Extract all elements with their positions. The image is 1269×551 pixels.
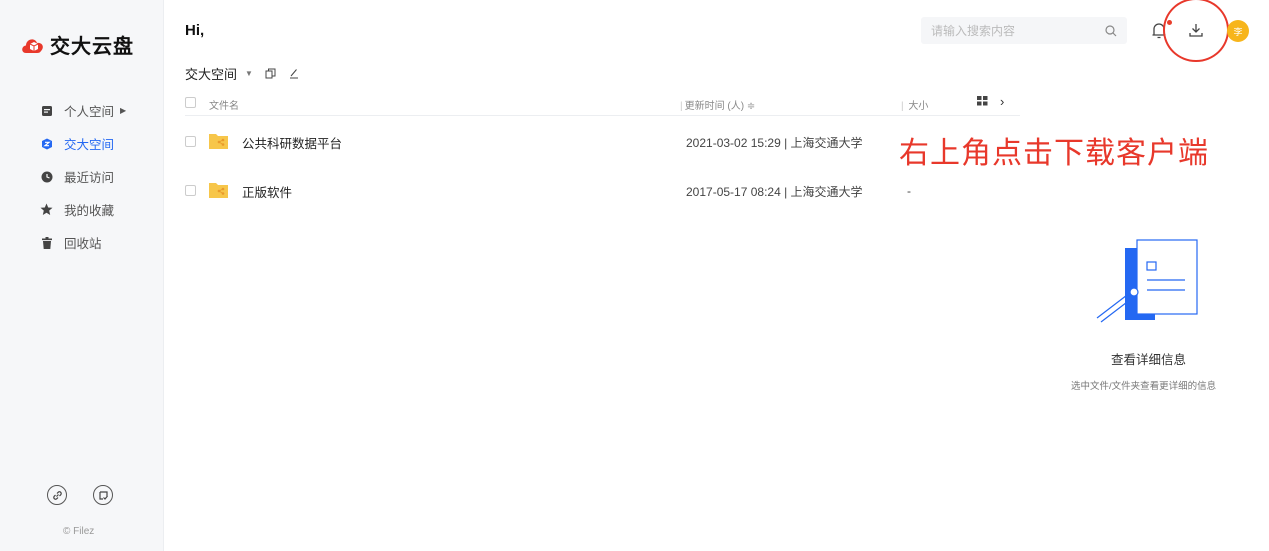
sidebar: 交大云盘 个人空间 ▶ 交大空间 最近访问 我的收藏 回收站 © Filez <box>0 0 164 551</box>
shared-folder-icon <box>209 134 228 149</box>
table-row[interactable]: 正版软件 2017-05-17 08:24 | 上海交通大学 - <box>185 166 911 216</box>
table-header: 文件名 | 更新时间 (人) ≑ | 大小 › <box>185 92 1020 116</box>
column-header-name[interactable]: 文件名 <box>209 97 239 112</box>
chevron-down-icon[interactable]: ▼ <box>245 69 253 78</box>
sort-icon: ≑ <box>746 101 756 112</box>
table-row[interactable]: 公共科研数据平台 2021-03-02 15:29 | 上海交通大学 <box>185 117 900 167</box>
sidebar-item-label: 最近访问 <box>64 171 115 185</box>
notification-dot <box>1167 20 1172 25</box>
file-meta: 2021-03-02 15:29 | 上海交通大学 <box>686 135 863 150</box>
edit-icon[interactable] <box>288 68 299 79</box>
task-icon[interactable] <box>93 485 113 505</box>
document-icon <box>40 104 53 117</box>
file-name[interactable]: 正版软件 <box>242 182 292 201</box>
star-icon <box>40 203 53 216</box>
breadcrumb: 交大空间 ▼ <box>185 64 299 83</box>
app-logo[interactable]: 交大云盘 <box>20 30 134 59</box>
search-input[interactable] <box>931 23 1091 38</box>
chevron-right-icon[interactable]: › <box>1000 94 1004 109</box>
sidebar-nav: 个人空间 ▶ 交大空间 最近访问 我的收藏 回收站 <box>0 94 164 259</box>
download-icon <box>1189 24 1203 37</box>
shared-folder-icon <box>209 183 228 198</box>
annotation-text: 右上角点击下载客户端 <box>899 136 1209 171</box>
file-name[interactable]: 公共科研数据平台 <box>242 133 342 152</box>
sidebar-item-personal-space[interactable]: 个人空间 ▶ <box>0 94 164 127</box>
sidebar-item-favorites[interactable]: 我的收藏 <box>0 193 164 226</box>
greeting: Hi, <box>185 22 205 39</box>
copyright: © Filez <box>63 526 95 537</box>
copy-icon[interactable] <box>265 68 276 79</box>
file-size: - <box>907 184 911 198</box>
sidebar-footer <box>47 485 113 505</box>
sidebar-item-label: 个人空间 <box>64 105 115 119</box>
sidebar-item-label: 我的收藏 <box>64 204 115 218</box>
shield-icon <box>40 137 53 150</box>
sidebar-item-label: 交大空间 <box>64 138 115 152</box>
row-checkbox[interactable] <box>185 185 196 196</box>
sidebar-item-sjtu-space[interactable]: 交大空间 <box>0 127 164 160</box>
detail-subtitle: 选中文件/文件夹查看更详细的信息 <box>1071 381 1217 392</box>
detail-title: 查看详细信息 <box>1111 353 1187 367</box>
app-name: 交大云盘 <box>50 34 134 58</box>
sidebar-item-trash[interactable]: 回收站 <box>0 226 164 259</box>
link-icon[interactable] <box>47 485 67 505</box>
caret-right-icon: ▶ <box>120 106 127 115</box>
file-meta: 2017-05-17 08:24 | 上海交通大学 <box>686 184 863 199</box>
column-header-time[interactable]: | 更新时间 (人) ≑ <box>680 97 755 112</box>
cloud-logo-icon <box>22 38 43 53</box>
column-header-size[interactable]: | 大小 <box>901 97 928 112</box>
search-box <box>921 17 1127 44</box>
avatar[interactable]: 李 <box>1227 20 1249 42</box>
select-all-checkbox[interactable] <box>185 97 196 108</box>
document-illustration-icon <box>1096 239 1198 323</box>
row-checkbox[interactable] <box>185 136 196 147</box>
trash-icon <box>40 236 53 249</box>
main-content: Hi, 李 交大空间 ▼ 文件名 |更新时间 (人) ≑ | 大小 › <box>165 0 1269 551</box>
search-icon[interactable] <box>1105 24 1117 37</box>
sidebar-item-recent[interactable]: 最近访问 <box>0 160 164 193</box>
space-name: 交大空间 <box>185 67 238 82</box>
bell-icon[interactable] <box>1151 22 1167 40</box>
clock-icon <box>40 170 53 183</box>
sidebar-item-label: 回收站 <box>64 237 102 251</box>
download-client-button[interactable] <box>1185 20 1207 40</box>
grid-view-icon[interactable] <box>977 96 988 106</box>
